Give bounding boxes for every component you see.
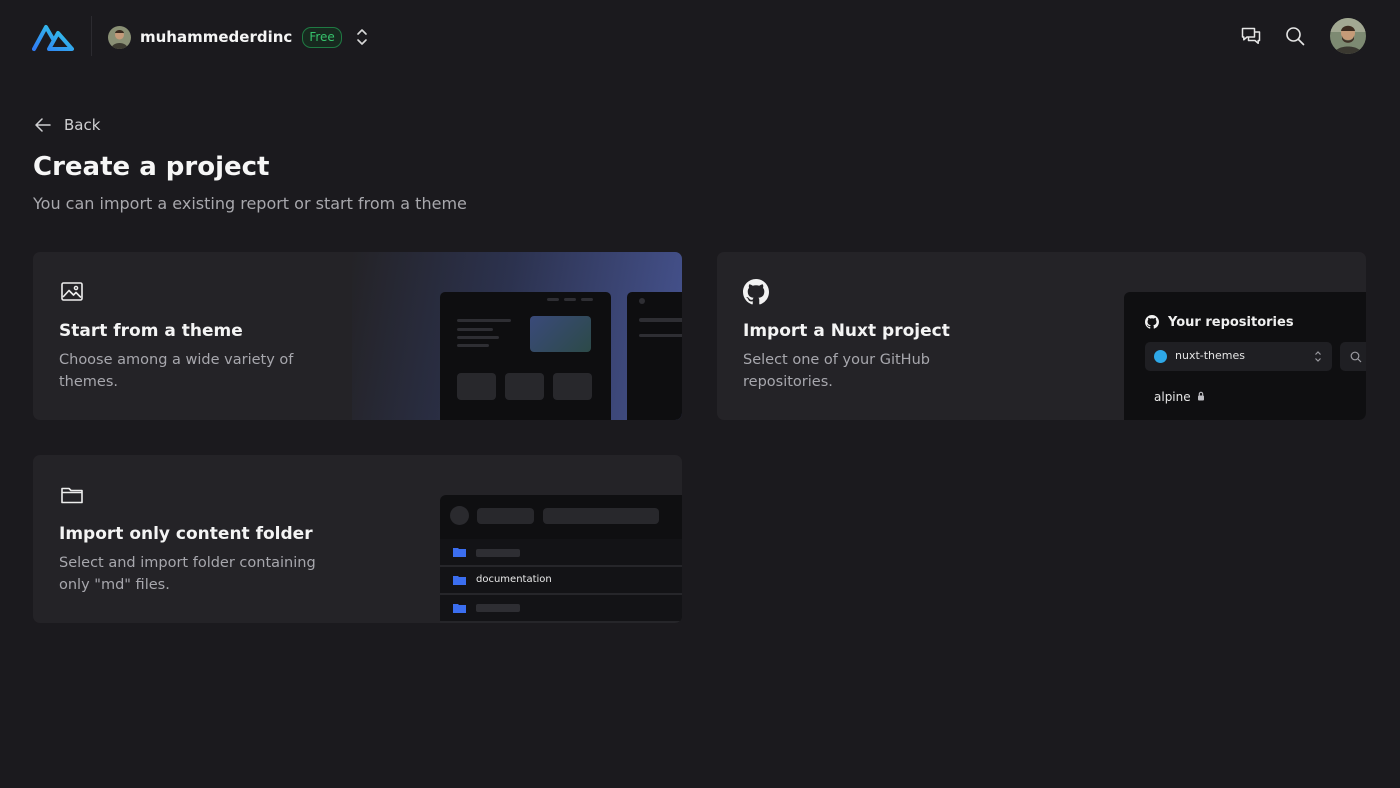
team-switcher[interactable]: muhammederdinc Free (108, 24, 370, 50)
github-icon (1145, 315, 1159, 329)
team-name: muhammederdinc (140, 28, 293, 46)
folder-icon (453, 548, 466, 557)
import-nuxt-project-card[interactable]: Import a Nuxt project Select one of your… (717, 252, 1366, 420)
plan-badge: Free (302, 26, 342, 48)
search-icon[interactable] (1284, 25, 1306, 47)
card-description: Select and import folder containing only… (59, 555, 316, 593)
repositories-preview: Your repositories nuxt-themes alpine (1124, 292, 1366, 420)
page-title: Create a project (33, 152, 270, 182)
folder-row: documentation (440, 567, 682, 593)
theme-preview-window (440, 292, 611, 420)
folder-icon (61, 487, 83, 504)
repo-list-item: alpine (1154, 390, 1191, 404)
folder-preview: documentation (440, 495, 682, 623)
repo-select: nuxt-themes (1145, 342, 1332, 371)
chat-icon[interactable] (1240, 25, 1262, 47)
nuxt-logo-icon[interactable] (32, 22, 74, 52)
start-from-theme-card[interactable]: Start from a theme Choose among a wide v… (33, 252, 682, 420)
user-avatar[interactable] (1330, 18, 1366, 54)
lock-icon (1198, 391, 1204, 401)
search-icon (1350, 351, 1362, 363)
folder-row (440, 595, 682, 621)
back-link[interactable]: Back (33, 115, 100, 135)
chevron-up-down-icon (1315, 351, 1321, 362)
header-divider (91, 16, 92, 56)
chevron-up-down-icon[interactable] (354, 25, 370, 49)
card-title: Import a Nuxt project (743, 321, 950, 341)
repositories-heading: Your repositories (1168, 315, 1294, 330)
folder-icon (453, 576, 466, 585)
team-avatar (108, 25, 131, 49)
arrow-left-icon (35, 118, 51, 132)
top-bar: muhammederdinc Free (0, 0, 1400, 74)
card-description: Choose among a wide variety of themes. (59, 352, 294, 390)
image-icon (61, 282, 83, 301)
repo-select-label: nuxt-themes (1175, 349, 1246, 362)
repo-dot-icon (1154, 350, 1167, 363)
card-title: Start from a theme (59, 321, 243, 341)
repo-search (1340, 342, 1366, 371)
back-label: Back (64, 116, 101, 134)
folder-row (440, 539, 682, 565)
github-icon (743, 279, 769, 305)
import-content-folder-card[interactable]: Import only content folder Select and im… (33, 455, 682, 623)
folder-label: documentation (476, 574, 552, 585)
theme-preview-window-2 (627, 292, 682, 420)
card-title: Import only content folder (59, 524, 313, 544)
page-subtitle: You can import a existing report or star… (33, 194, 467, 213)
folder-icon (453, 604, 466, 613)
card-description: Select one of your GitHub repositories. (743, 352, 930, 390)
